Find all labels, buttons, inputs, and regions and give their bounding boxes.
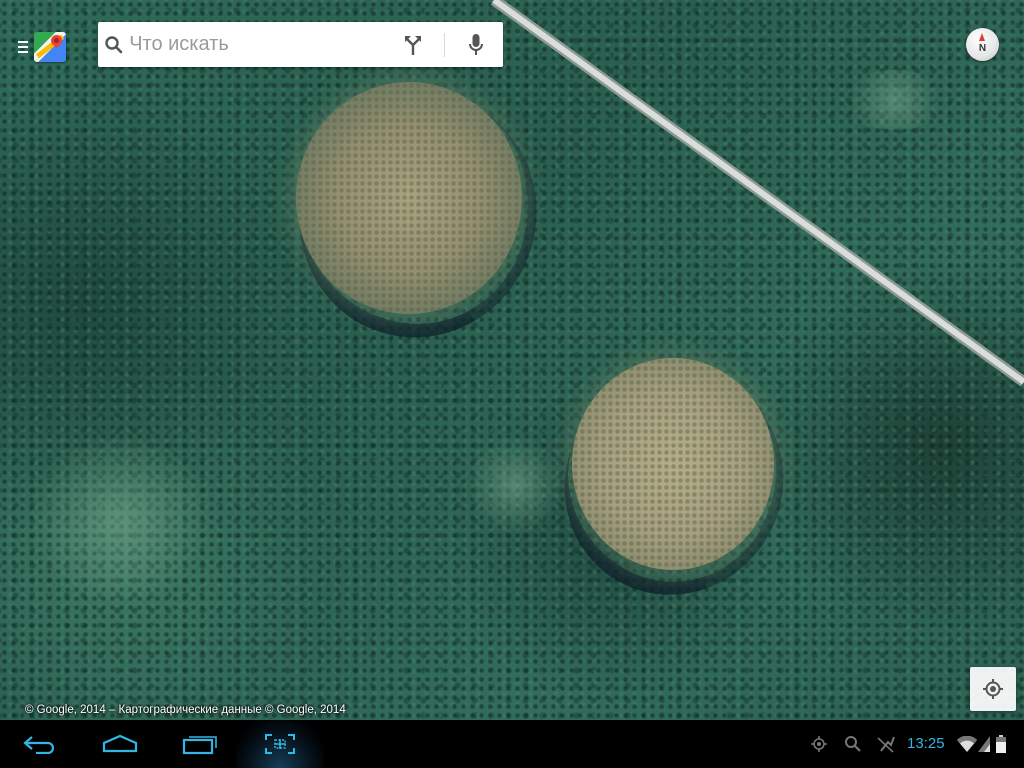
map-attribution: © Google, 2014 – Картографические данные… — [25, 704, 346, 716]
light-vegetation-patch — [20, 440, 220, 600]
screenshot-icon — [265, 734, 295, 754]
google-maps-icon — [34, 32, 66, 62]
back-icon — [23, 736, 55, 754]
system-navigation-bar: 13:25 — [0, 720, 1024, 768]
my-location-button[interactable] — [970, 667, 1016, 711]
signal-icon — [977, 732, 991, 756]
search-bar[interactable] — [98, 22, 503, 67]
circular-clearing-south — [572, 358, 774, 570]
compass-button[interactable]: N — [966, 28, 999, 61]
my-location-icon — [983, 679, 1003, 699]
sync-off-icon — [874, 732, 898, 756]
light-vegetation-patch — [470, 430, 560, 540]
microphone-icon — [468, 33, 483, 55]
gps-icon — [808, 732, 830, 756]
screenshot-button[interactable] — [236, 720, 324, 768]
recent-apps-button[interactable] — [168, 720, 232, 768]
compass-north-label: N — [978, 42, 987, 54]
directions-button[interactable] — [394, 22, 431, 67]
compass-icon — [979, 33, 985, 41]
circular-clearing-north — [296, 82, 522, 314]
directions-icon — [404, 35, 421, 55]
home-icon — [102, 734, 138, 753]
recent-apps-icon — [182, 736, 217, 755]
status-search-icon — [842, 732, 864, 756]
hamburger-icon — [18, 41, 28, 53]
light-vegetation-patch — [840, 70, 950, 130]
search-icon — [98, 22, 129, 67]
voice-search-button[interactable] — [448, 22, 503, 67]
search-divider — [443, 32, 445, 57]
home-button[interactable] — [88, 720, 152, 768]
search-input[interactable] — [129, 22, 395, 67]
menu-button[interactable] — [18, 30, 72, 64]
wifi-icon — [956, 732, 978, 756]
battery-icon — [993, 732, 1009, 756]
back-button[interactable] — [8, 720, 72, 768]
satellite-map[interactable] — [0, 0, 1024, 720]
status-clock: 13:25 — [907, 735, 945, 752]
